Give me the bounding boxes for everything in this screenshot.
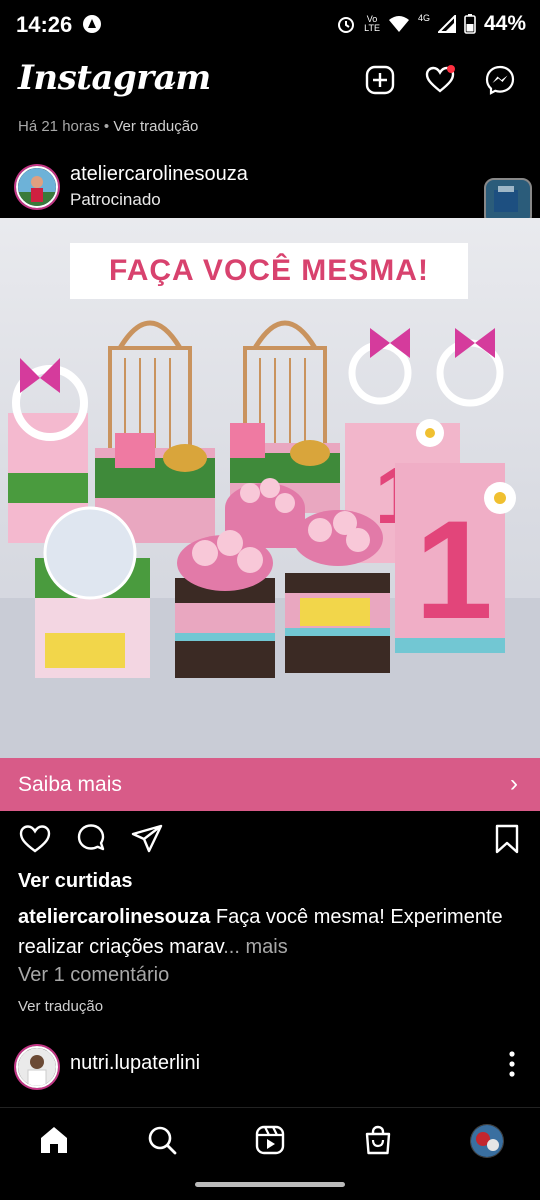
svg-text:1: 1 bbox=[415, 491, 493, 648]
sponsored-label: Patrocinado bbox=[70, 190, 161, 209]
saiba-mais-button[interactable]: Saiba mais › bbox=[0, 758, 540, 811]
messenger-icon[interactable] bbox=[484, 64, 516, 96]
search-icon[interactable] bbox=[146, 1124, 178, 1156]
cta-label: Saiba mais bbox=[18, 772, 122, 796]
nav-divider bbox=[0, 1107, 540, 1108]
thumbnail-image bbox=[494, 186, 518, 212]
post-author[interactable]: ateliercarolinesouza bbox=[70, 163, 248, 186]
network-4g: 4G bbox=[417, 13, 430, 23]
more-options-icon[interactable] bbox=[508, 1050, 516, 1078]
chevron-right-icon: › bbox=[510, 770, 518, 797]
next-author-avatar[interactable] bbox=[16, 1046, 58, 1088]
battery-percent: 44% bbox=[483, 12, 526, 35]
like-heart-icon[interactable] bbox=[18, 822, 52, 856]
comment-icon[interactable] bbox=[74, 822, 108, 856]
party-decorations-illustration: 1 1 bbox=[0, 320, 540, 758]
heart-icon[interactable] bbox=[424, 64, 456, 96]
status-right: Vo LTE 4G 44% bbox=[336, 12, 526, 36]
battery-icon bbox=[464, 14, 476, 34]
post-time: Há 21 horas bbox=[18, 118, 100, 135]
post-image[interactable]: FAÇA VOCÊ MESMA! 1 1 bbox=[0, 218, 540, 758]
author-avatar[interactable] bbox=[16, 166, 58, 208]
reels-icon[interactable] bbox=[254, 1124, 286, 1156]
translate-link[interactable]: Ver tradução bbox=[113, 118, 198, 135]
view-likes-link[interactable]: Ver curtidas bbox=[18, 870, 133, 893]
profile-avatar[interactable] bbox=[470, 1124, 504, 1158]
avatar-image bbox=[18, 168, 56, 206]
plus-square-icon[interactable] bbox=[364, 64, 396, 96]
signal-icon bbox=[437, 15, 456, 33]
home-indicator[interactable] bbox=[195, 1182, 345, 1187]
chevron-down-icon[interactable]: ⌄ bbox=[164, 70, 179, 91]
caption-author[interactable]: ateliercarolinesouza bbox=[18, 906, 210, 928]
see-translation-link[interactable]: Ver tradução bbox=[18, 998, 103, 1015]
status-bar: 14:26 Vo LTE 4G 44% bbox=[0, 0, 540, 52]
profile-avatar-image bbox=[471, 1125, 503, 1157]
app-bar: Instagram ⌄ bbox=[0, 52, 540, 110]
shop-icon[interactable] bbox=[362, 1124, 394, 1156]
view-comments-link[interactable]: Ver 1 comentário bbox=[18, 964, 169, 987]
data-saver-icon bbox=[83, 15, 101, 33]
post-caption: ateliercarolinesouza Faça você mesma! Ex… bbox=[18, 902, 523, 962]
home-icon[interactable] bbox=[38, 1124, 70, 1156]
separator-dot: • bbox=[103, 118, 110, 135]
post-meta: Há 21 horas • Ver tradução bbox=[18, 118, 198, 135]
volte-indicator: Vo LTE bbox=[364, 14, 380, 33]
alarm-icon bbox=[338, 17, 355, 33]
bookmark-icon[interactable] bbox=[490, 822, 524, 856]
next-avatar-image bbox=[18, 1048, 56, 1086]
instagram-logo[interactable]: Instagram bbox=[18, 58, 211, 98]
share-icon[interactable] bbox=[130, 822, 164, 856]
status-time: 14:26 bbox=[16, 12, 73, 37]
next-post-author[interactable]: nutri.lupaterlini bbox=[70, 1052, 200, 1075]
wifi-icon bbox=[388, 16, 409, 32]
caption-more-link[interactable]: ... mais bbox=[223, 936, 287, 958]
